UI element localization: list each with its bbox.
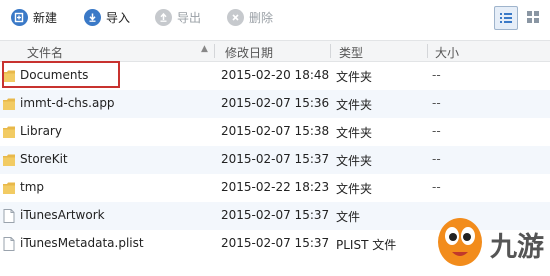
import-label: 导入 — [106, 10, 131, 25]
export-icon — [155, 8, 172, 26]
column-divider[interactable] — [330, 44, 331, 58]
file-date: 2015-02-07 15:37 — [221, 208, 330, 222]
column-date-header[interactable]: 修改日期 — [225, 44, 273, 61]
list-view-button[interactable] — [494, 6, 518, 30]
column-type-header[interactable]: 类型 — [339, 44, 363, 61]
new-button[interactable]: 新建 — [11, 7, 57, 27]
file-type: 文件夹 — [336, 98, 373, 112]
file-date: 2015-02-07 15:36 — [221, 96, 330, 110]
file-type: PLIST 文件 — [336, 238, 397, 252]
new-icon — [11, 8, 28, 26]
grid-view-icon — [527, 11, 539, 23]
file-name: tmp — [20, 180, 45, 194]
table-row[interactable]: Library 2015-02-07 15:38 文件夹 -- — [0, 118, 550, 146]
file-name: iTunesMetadata.plist — [20, 236, 144, 250]
file-name: StoreKit — [20, 152, 68, 166]
file-icon — [3, 237, 15, 251]
table-row[interactable]: tmp 2015-02-22 18:23 文件夹 -- — [0, 174, 550, 202]
file-name: iTunesArtwork — [20, 208, 105, 222]
import-button[interactable]: 导入 — [84, 7, 130, 27]
file-date: 2015-02-22 18:23 — [221, 180, 330, 194]
watermark-text: 九游 — [490, 232, 544, 263]
export-label: 导出 — [177, 10, 202, 25]
file-type: 文件夹 — [336, 70, 373, 84]
file-icon — [3, 209, 15, 223]
file-type: 文件夹 — [336, 154, 373, 168]
delete-icon — [227, 8, 244, 26]
file-size: -- — [432, 152, 441, 166]
grid-view-button[interactable] — [522, 6, 544, 28]
folder-icon — [3, 154, 15, 166]
folder-icon — [3, 126, 15, 138]
file-size: -- — [432, 96, 441, 110]
file-name: Library — [20, 124, 62, 138]
file-date: 2015-02-07 15:37 — [221, 236, 330, 250]
file-type: 文件夹 — [336, 126, 373, 140]
delete-label: 删除 — [249, 10, 274, 25]
file-type: 文件 — [336, 210, 361, 224]
column-divider[interactable] — [214, 44, 215, 58]
mascot-icon — [438, 218, 482, 266]
list-view-icon — [500, 13, 512, 23]
file-date: 2015-02-07 15:38 — [221, 124, 330, 138]
table-row[interactable]: StoreKit 2015-02-07 15:37 文件夹 -- — [0, 146, 550, 174]
file-date: 2015-02-20 18:48 — [221, 68, 330, 82]
new-label: 新建 — [33, 10, 58, 25]
folder-icon — [3, 182, 15, 194]
file-size: -- — [432, 68, 441, 82]
folder-icon — [3, 98, 15, 110]
column-size-header[interactable]: 大小 — [435, 44, 459, 61]
table-row[interactable]: immt-d-chs.app 2015-02-07 15:36 文件夹 -- — [0, 90, 550, 118]
sort-up-icon: ▲ — [201, 44, 208, 54]
delete-button[interactable]: 删除 — [227, 7, 273, 27]
file-type: 文件夹 — [336, 182, 373, 196]
file-date: 2015-02-07 15:37 — [221, 152, 330, 166]
export-button[interactable]: 导出 — [155, 7, 201, 27]
import-icon — [84, 8, 101, 26]
toolbar: 新建 导入 导出 删除 — [0, 0, 550, 36]
file-name: immt-d-chs.app — [20, 96, 115, 110]
column-name-header[interactable]: 文件名 — [27, 44, 63, 61]
column-header: 文件名 ▲ 修改日期 类型 大小 — [0, 40, 550, 62]
column-divider[interactable] — [427, 44, 428, 58]
highlight-box — [2, 61, 120, 88]
file-size: -- — [432, 180, 441, 194]
file-size: -- — [432, 124, 441, 138]
